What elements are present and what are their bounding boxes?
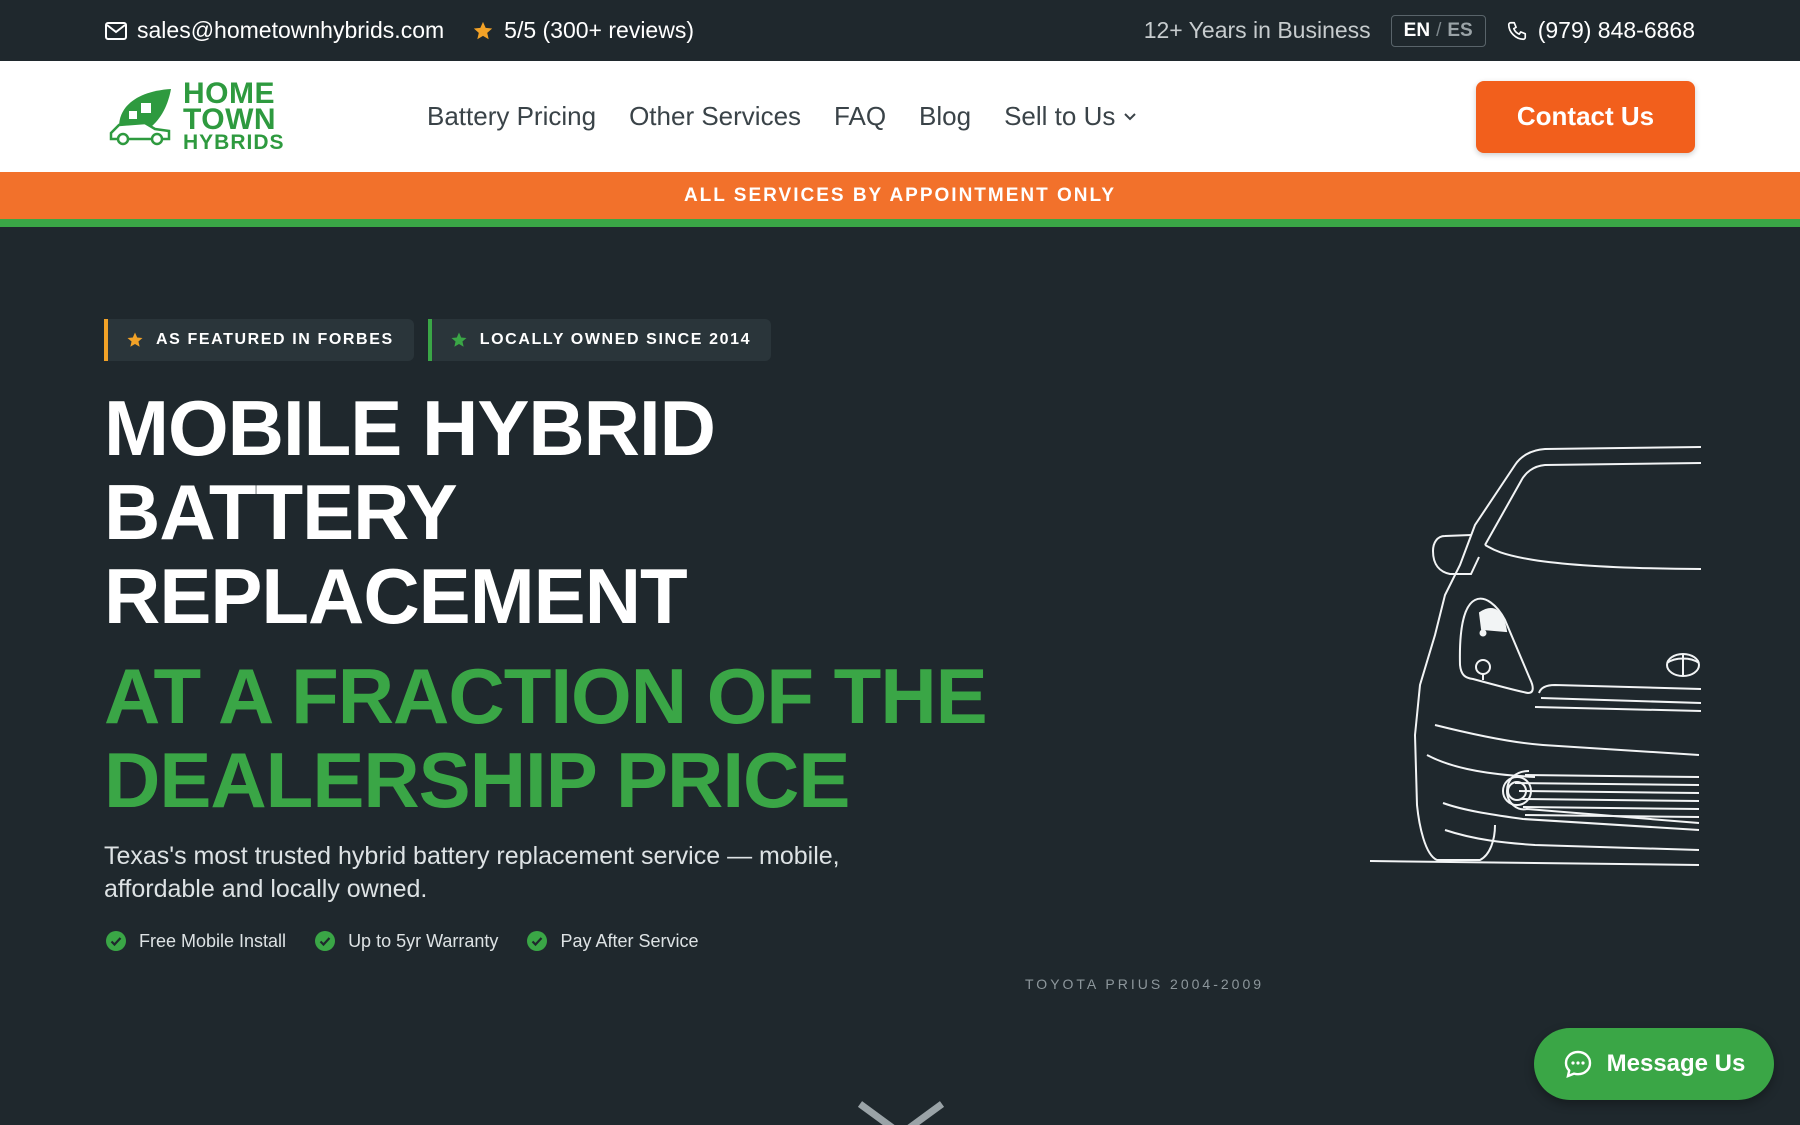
nav-item-sell-to-us-label: Sell to Us — [1004, 101, 1116, 131]
car-caption: TOYOTA PRIUS 2004-2009 — [1025, 976, 1265, 992]
language-switcher[interactable]: EN / ES — [1390, 14, 1486, 47]
feature-check-text: Pay After Service — [560, 930, 699, 951]
rating: 5/5 (300+ reviews) — [472, 17, 694, 44]
green-divider — [0, 219, 1800, 227]
feature-check: Pay After Service — [526, 930, 699, 952]
top-bar: sales@hometownhybrids.com 5/5 (300+ revi… — [0, 0, 1800, 61]
badge-accent-bar — [104, 319, 108, 361]
hero-subtitle: Texas's most trusted hybrid battery repl… — [104, 842, 840, 903]
star-icon — [473, 21, 493, 39]
badge-forbes: AS FEATURED IN FORBES — [104, 319, 414, 361]
nav-item-other-services[interactable]: Other Services — [629, 101, 801, 132]
badge-accent-bar — [427, 319, 432, 361]
lang-es[interactable]: ES — [1447, 20, 1472, 42]
logo[interactable]: HOME TOWN HYBRIDS — [105, 78, 305, 154]
hero-title-line: REPLACEMENT — [104, 552, 688, 640]
hero-title-line: BATTERY — [104, 468, 458, 556]
logo-car-leaf-icon — [109, 88, 171, 145]
hero-title-line: MOBILE HYBRID — [104, 384, 716, 472]
badge-locally-owned: LOCALLY OWNED SINCE 2014 — [427, 319, 772, 361]
check-circle-icon — [315, 931, 336, 951]
phone-link[interactable]: (979) 848-6868 — [1506, 17, 1695, 44]
nav-menu: Battery Pricing Other Services FAQ Blog … — [427, 101, 1137, 132]
scroll-down-chevron-icon[interactable] — [856, 1098, 946, 1125]
message-us-button[interactable]: Message Us — [1534, 1028, 1774, 1100]
star-icon — [451, 332, 467, 347]
hero-badges: AS FEATURED IN FORBES LOCALLY OWNED SINC… — [104, 319, 772, 361]
feature-check: Up to 5yr Warranty — [314, 930, 498, 952]
hero-accent-title: AT A FRACTION OF THE DEALERSHIP PRICE — [104, 652, 988, 824]
contact-us-button[interactable]: Contact Us — [1476, 80, 1695, 153]
check-circle-icon — [527, 931, 548, 951]
feature-check: Free Mobile Install — [105, 930, 286, 952]
badge-forbes-text: AS FEATURED IN FORBES — [156, 331, 394, 348]
nav-item-blog[interactable]: Blog — [919, 101, 971, 132]
hero-accent-line: AT A FRACTION OF THE — [104, 652, 988, 740]
chevron-down-icon — [1124, 112, 1137, 120]
main-nav: HOME TOWN HYBRIDS Battery Pricing Other … — [0, 61, 1800, 172]
logo-line-2: TOWN — [183, 103, 277, 137]
appointment-banner: ALL SERVICES BY APPOINTMENT ONLY — [0, 172, 1800, 219]
check-circle-icon — [106, 931, 126, 951]
rating-text: 5/5 (300+ reviews) — [504, 17, 694, 43]
chat-bubble-icon — [1564, 1050, 1591, 1078]
logo-line-3: HYBRIDS — [183, 130, 285, 154]
nav-item-faq[interactable]: FAQ — [834, 101, 886, 132]
lang-separator: / — [1436, 19, 1442, 41]
nav-item-sell-to-us[interactable]: Sell to Us — [1004, 101, 1137, 132]
mail-icon — [105, 21, 127, 40]
email-link[interactable]: sales@hometownhybrids.com — [105, 17, 444, 44]
feature-check-text: Free Mobile Install — [139, 930, 287, 951]
star-icon — [127, 332, 143, 347]
feature-check-text: Up to 5yr Warranty — [348, 930, 499, 951]
car-line-drawing — [1369, 446, 1702, 866]
phone-text: (979) 848-6868 — [1537, 17, 1695, 43]
hero-title: MOBILE HYBRID BATTERY REPLACEMENT — [104, 384, 716, 640]
lang-en[interactable]: EN — [1404, 20, 1430, 42]
phone-icon — [1507, 21, 1526, 40]
badge-locally-owned-text: LOCALLY OWNED SINCE 2014 — [479, 331, 752, 348]
years-in-business: 12+ Years in Business — [1143, 17, 1371, 43]
hero-feature-checks: Free Mobile Install Up to 5yr Warranty P… — [105, 930, 699, 952]
nav-item-battery-pricing[interactable]: Battery Pricing — [427, 101, 596, 132]
logo-wordmark: HOME TOWN HYBRIDS — [183, 78, 285, 154]
email-text: sales@hometownhybrids.com — [137, 17, 445, 43]
message-us-label: Message Us — [1606, 1050, 1746, 1077]
hero-accent-line: DEALERSHIP PRICE — [104, 736, 850, 824]
